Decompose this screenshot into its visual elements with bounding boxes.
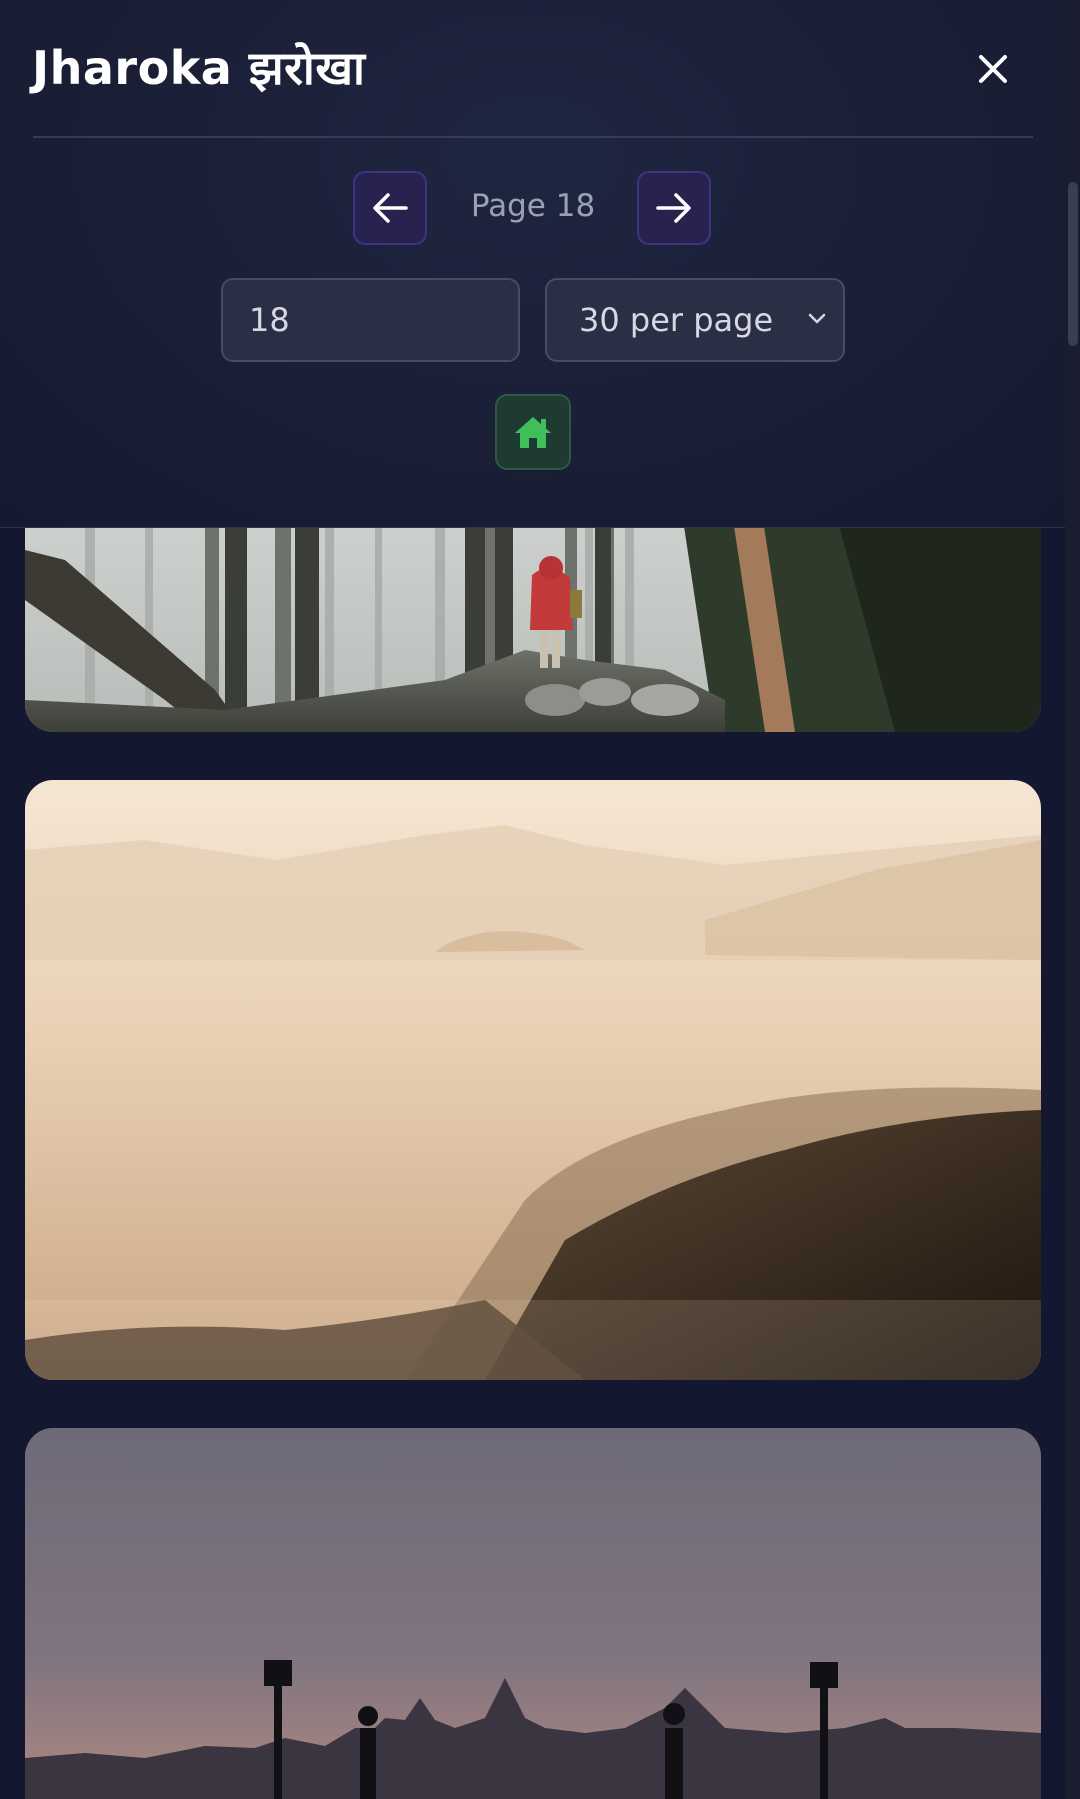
app-viewport: Jharoka झरोखा Page 18 30 per page xyxy=(0,0,1080,1799)
photo-card-misty-valley[interactable] xyxy=(25,780,1041,1380)
home-button[interactable] xyxy=(495,394,571,470)
header-panel: Jharoka झरोखा Page 18 30 per page xyxy=(0,0,1065,528)
next-page-button[interactable] xyxy=(637,171,711,245)
misty-valley-image xyxy=(25,780,1041,1380)
close-icon xyxy=(979,55,1007,83)
arrow-right-icon xyxy=(656,193,691,223)
prague-bridge-image xyxy=(25,1428,1041,1799)
photo-card-prague-bridge[interactable] xyxy=(25,1428,1041,1799)
per-page-select[interactable]: 30 per page xyxy=(545,278,845,362)
previous-page-button[interactable] xyxy=(353,171,427,245)
arrow-left-icon xyxy=(373,193,408,223)
chevron-down-icon xyxy=(808,313,826,324)
app-title: Jharoka झरोखा xyxy=(32,41,366,95)
home-icon xyxy=(515,417,551,448)
vertical-scrollbar[interactable] xyxy=(1065,0,1080,1799)
per-page-selected-value: 30 per page xyxy=(579,301,774,339)
header-divider xyxy=(33,136,1033,138)
close-button[interactable] xyxy=(968,44,1018,94)
scrollbar-thumb[interactable] xyxy=(1068,182,1078,346)
page-indicator: Page 18 xyxy=(470,188,596,224)
page-number-input[interactable] xyxy=(221,278,520,362)
